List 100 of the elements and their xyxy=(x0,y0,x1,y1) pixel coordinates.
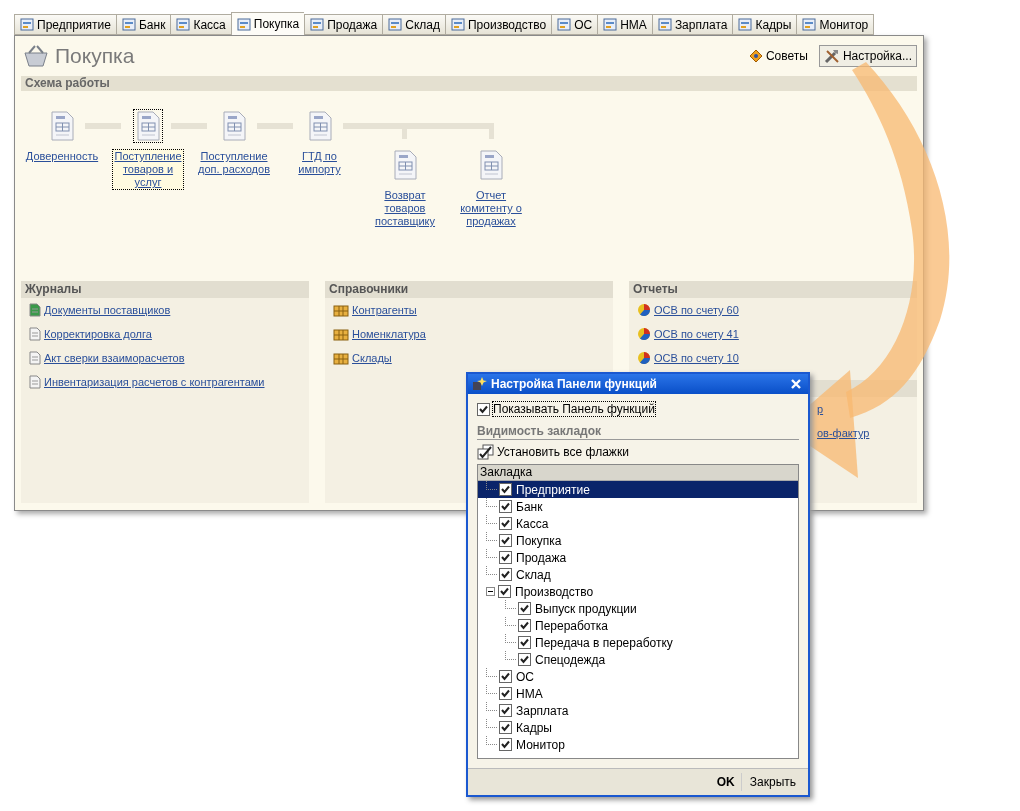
document-icon xyxy=(176,18,191,31)
toolbar-button[interactable]: Настройка... xyxy=(818,45,917,67)
section-label: Видимость закладок xyxy=(477,424,799,440)
tree-item[interactable]: Банк xyxy=(514,499,545,514)
box-icon xyxy=(333,303,349,317)
checkbox[interactable] xyxy=(518,602,531,615)
tree-item[interactable]: НМА xyxy=(514,686,545,701)
pie-chart-icon xyxy=(637,303,651,317)
close-icon[interactable] xyxy=(790,378,802,390)
checkbox[interactable] xyxy=(499,483,512,496)
panel-link[interactable]: Контрагенты xyxy=(352,304,417,316)
document-icon xyxy=(738,18,753,31)
panel-link[interactable]: ОСВ по счету 10 xyxy=(654,352,739,364)
panel-link[interactable]: Инвентаризация расчетов с контрагентами xyxy=(44,376,265,388)
tree-item[interactable]: Касса xyxy=(514,516,551,531)
document-icon xyxy=(29,303,41,317)
tree-item[interactable]: Спецодежда xyxy=(533,652,608,667)
scheme-link[interactable]: ГТД по импорту xyxy=(291,149,348,177)
collapse-icon[interactable] xyxy=(486,587,495,596)
document-icon xyxy=(29,351,41,365)
document-icon xyxy=(310,18,325,31)
toolbar-button[interactable]: Советы xyxy=(743,46,813,66)
tree-item[interactable]: Монитор xyxy=(514,737,567,752)
document-icon xyxy=(121,18,136,31)
checkbox[interactable] xyxy=(499,568,512,581)
dialog-title: Настройка Панели функций xyxy=(491,377,657,391)
scheme-link[interactable]: Возврат товаров поставщику xyxy=(369,188,441,229)
box-icon xyxy=(333,351,349,365)
checkbox[interactable] xyxy=(518,636,531,649)
checkbox[interactable] xyxy=(518,653,531,666)
checkbox[interactable] xyxy=(499,721,512,734)
dialog-button[interactable]: OK xyxy=(710,773,742,791)
tab[interactable]: НМА xyxy=(597,14,652,35)
tree-item[interactable]: Продажа xyxy=(514,550,569,565)
tab[interactable]: Касса xyxy=(170,14,231,35)
panel-link[interactable]: Корректировка долга xyxy=(44,328,152,340)
tab[interactable]: Предприятие xyxy=(14,14,116,35)
document-icon xyxy=(236,17,251,31)
tab[interactable]: Монитор xyxy=(796,14,875,35)
tab[interactable]: Кадры xyxy=(732,14,797,35)
document-icon[interactable] xyxy=(133,109,163,143)
panel-link[interactable]: ОСВ по счету 41 xyxy=(654,328,739,340)
box-icon xyxy=(333,327,349,341)
document-icon xyxy=(388,18,403,31)
section-header: Справочники xyxy=(325,281,613,298)
checkbox[interactable] xyxy=(499,670,512,683)
document-icon xyxy=(450,18,465,31)
scheme-link[interactable]: Поступление товаров и услуг xyxy=(112,149,184,190)
checkbox[interactable] xyxy=(498,585,511,598)
tree-item[interactable]: ОС xyxy=(514,669,536,684)
panel-link[interactable]: Акт сверки взаиморасчетов xyxy=(44,352,185,364)
tree-item[interactable]: Производство xyxy=(513,584,596,599)
section-header: Журналы xyxy=(21,281,309,298)
tree-item[interactable]: Покупка xyxy=(514,533,564,548)
set-all-button[interactable]: Установить все флажки xyxy=(477,442,629,462)
tab[interactable]: Склад xyxy=(382,14,445,35)
dialog-button[interactable]: Закрыть xyxy=(743,773,802,791)
checkbox-label: Показывать Панель функций xyxy=(493,402,655,416)
panel-link[interactable]: Номенклатура xyxy=(352,328,426,340)
tab[interactable]: Продажа xyxy=(304,14,383,35)
checkbox[interactable] xyxy=(477,402,490,416)
scheme-link[interactable]: Отчет комитенту о продажах xyxy=(451,188,531,229)
checkbox[interactable] xyxy=(499,704,512,717)
checkbox[interactable] xyxy=(499,738,512,751)
tree-item[interactable]: Выпуск продукции xyxy=(533,601,639,616)
checkbox[interactable] xyxy=(499,500,512,513)
document-icon xyxy=(20,18,34,31)
column-header: Закладка xyxy=(478,465,798,481)
checkbox[interactable] xyxy=(518,619,531,632)
checkbox[interactable] xyxy=(499,687,512,700)
tab[interactable]: ОС xyxy=(551,14,598,35)
tab[interactable]: Банк xyxy=(115,14,171,35)
tab[interactable]: Производство xyxy=(444,14,552,35)
checkbox[interactable] xyxy=(499,517,512,530)
panel-link[interactable]: Документы поставщиков xyxy=(44,304,171,316)
document-icon xyxy=(657,18,672,31)
checkboxes-icon xyxy=(477,444,495,460)
tab[interactable]: Зарплата xyxy=(651,14,733,35)
document-icon xyxy=(802,18,817,31)
tree-item[interactable]: Переработка xyxy=(533,618,610,633)
tab[interactable]: Покупка xyxy=(230,12,305,35)
panel-link[interactable]: ов-фактур xyxy=(817,427,870,439)
checkbox[interactable] xyxy=(499,534,512,547)
section-header: Схема работы xyxy=(21,76,917,91)
tree-item[interactable]: Зарплата xyxy=(514,703,571,718)
scheme-link[interactable]: Доверенность xyxy=(21,149,103,164)
panel-link[interactable]: ОСВ по счету 60 xyxy=(654,304,739,316)
document-icon xyxy=(557,18,572,31)
checkbox[interactable] xyxy=(499,551,512,564)
page-title: Покупка xyxy=(55,44,135,68)
basket-icon xyxy=(23,44,49,68)
tree-item[interactable]: Передача в переработку xyxy=(533,635,675,650)
tree-item[interactable]: Кадры xyxy=(514,720,554,735)
pie-chart-icon xyxy=(637,351,651,365)
tools-icon xyxy=(823,48,840,64)
pie-chart-icon xyxy=(637,327,651,341)
scheme-link[interactable]: Поступление доп. расходов xyxy=(193,149,275,177)
panel-link[interactable]: р xyxy=(817,403,824,415)
tree-item[interactable]: Склад xyxy=(514,567,553,582)
panel-link[interactable]: Склады xyxy=(352,352,392,364)
